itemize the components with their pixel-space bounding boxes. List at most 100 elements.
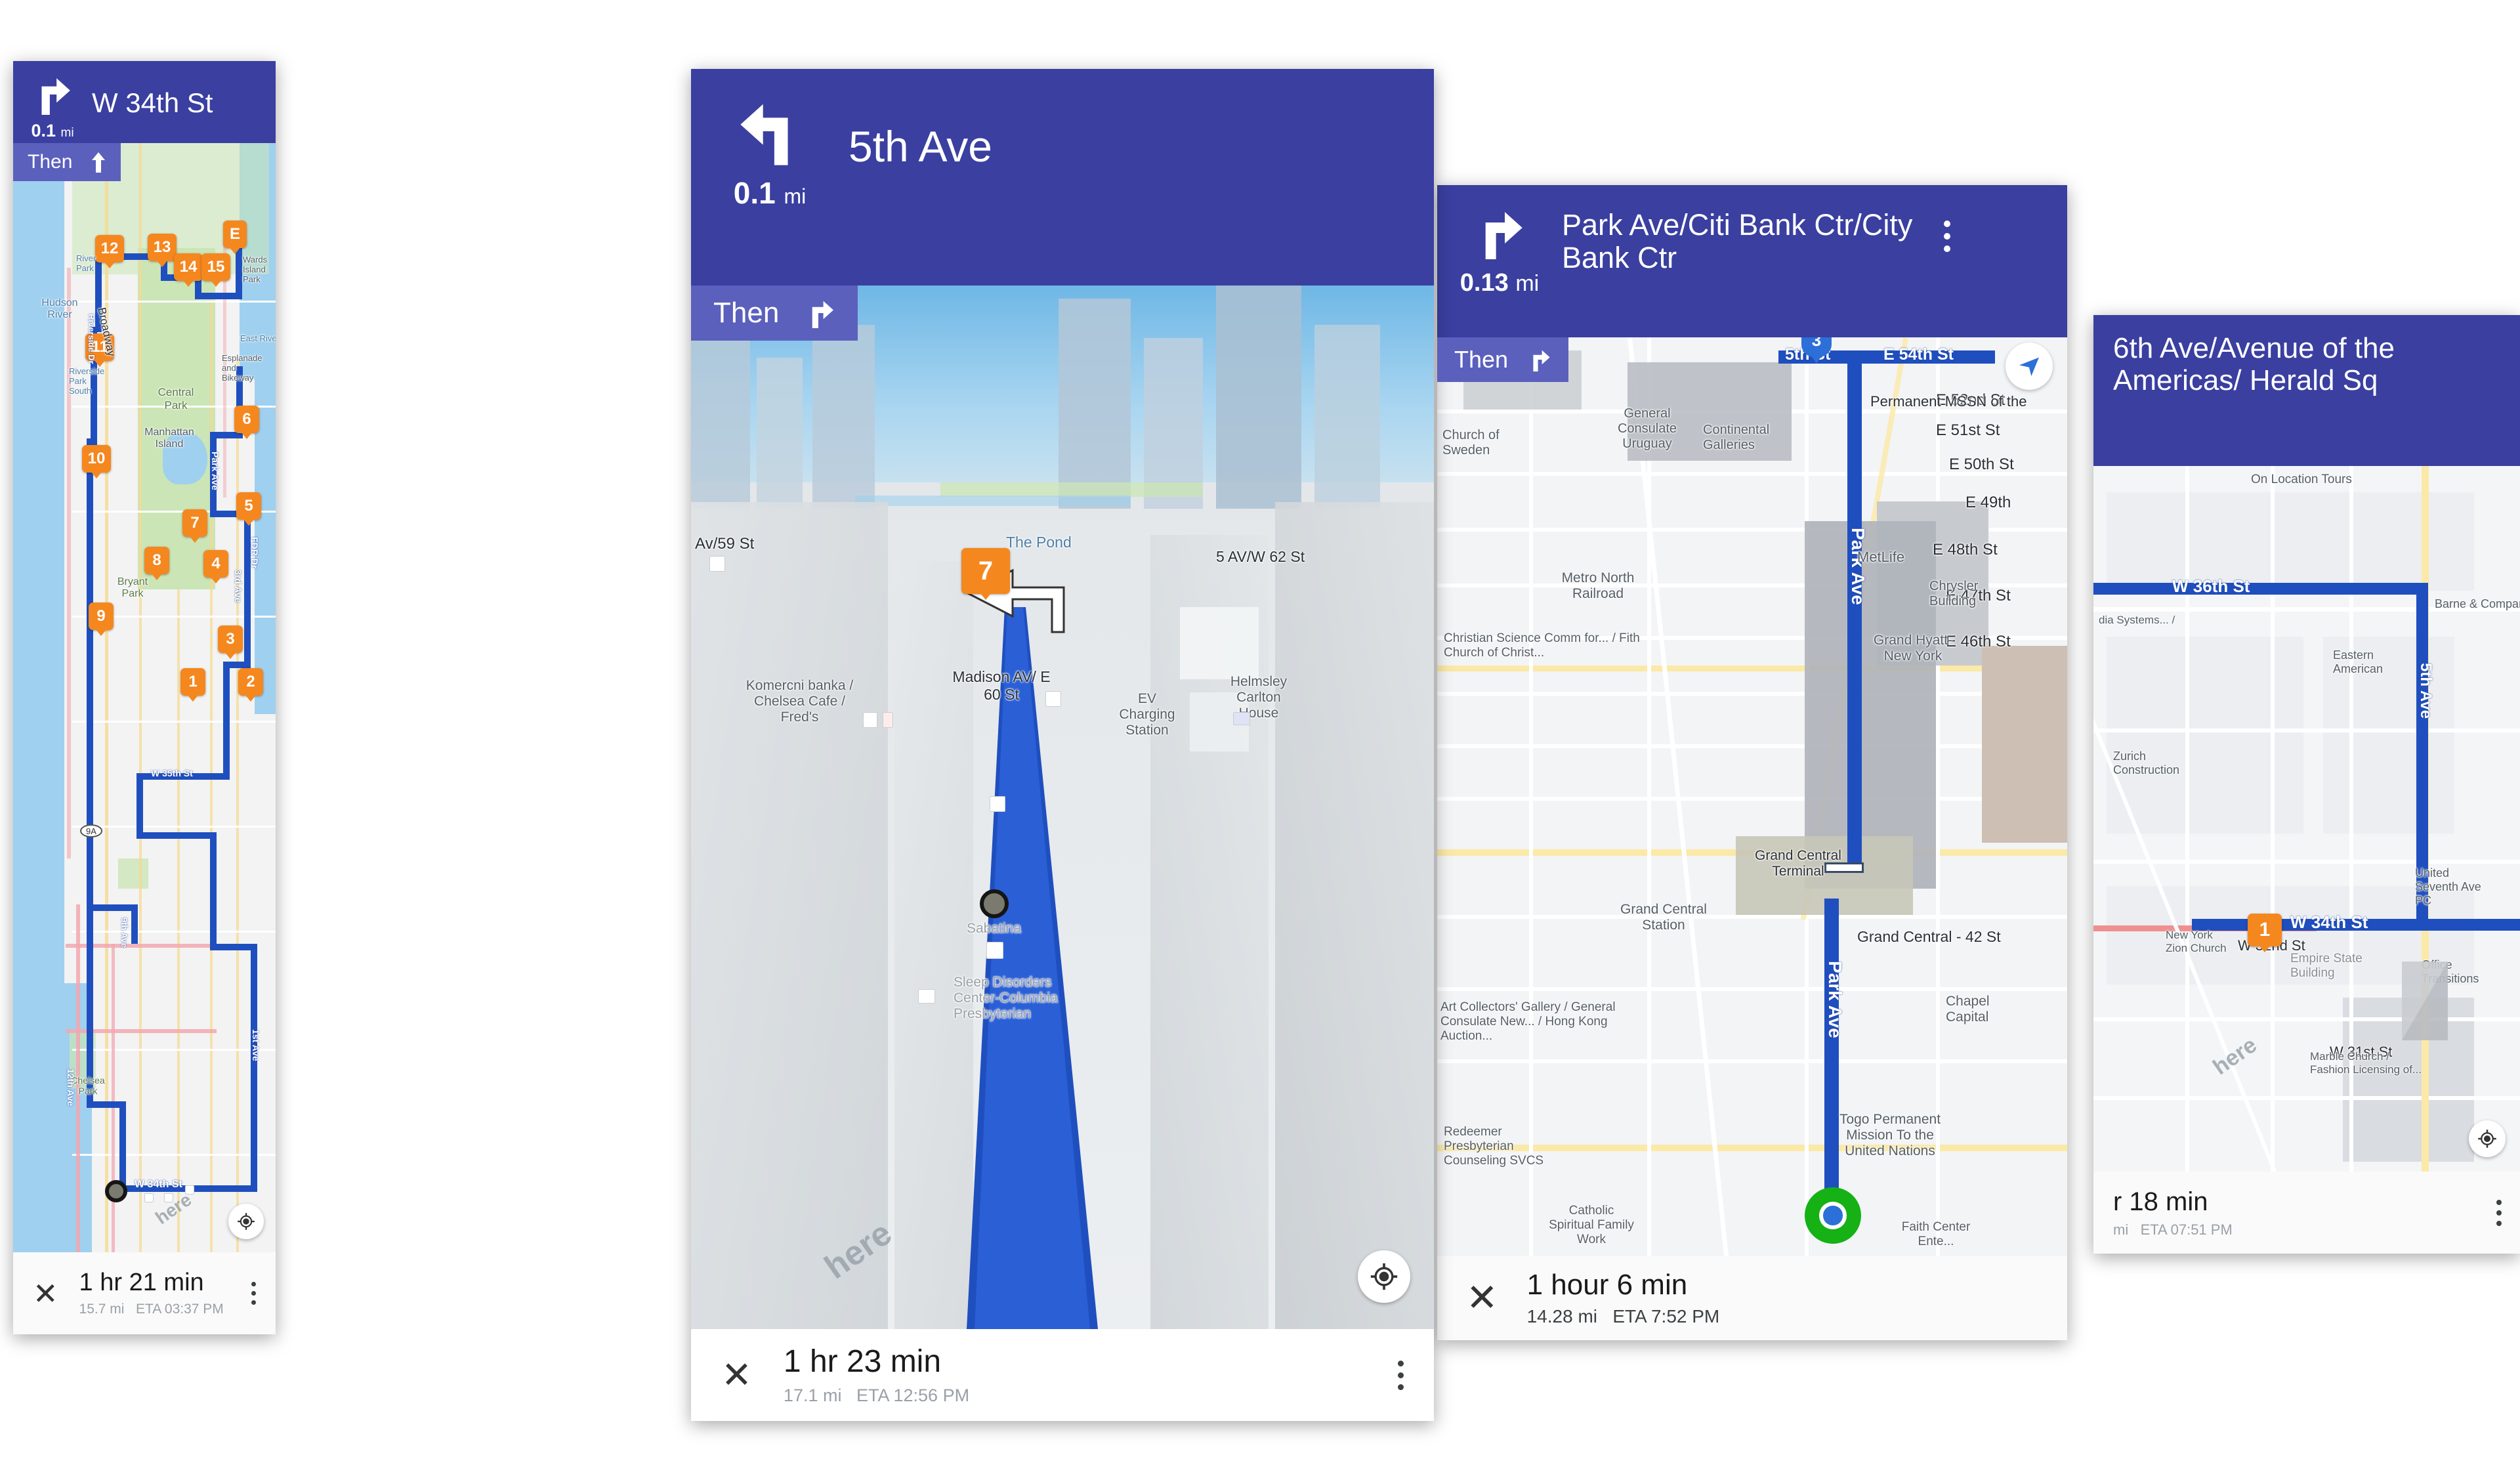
waypoint-marker[interactable]: 1 xyxy=(180,668,205,696)
map-label: EV Charging Station xyxy=(1119,691,1175,738)
map-label: Helmsley Carlton House xyxy=(1230,674,1288,721)
overflow-menu-button[interactable] xyxy=(2496,1199,2502,1226)
close-button[interactable]: ✕ xyxy=(33,1279,58,1309)
map-label: E 48th St xyxy=(1933,541,1998,559)
waypoint-marker[interactable]: 4 xyxy=(203,550,228,578)
map-label: Chapel Capital xyxy=(1946,994,1990,1025)
then-label: Then xyxy=(1454,346,1509,373)
then-label: Then xyxy=(713,297,780,329)
waypoint-marker[interactable]: 2 xyxy=(238,668,263,696)
map-label: Art Collectors' Gallery / General Consul… xyxy=(1440,1000,1616,1043)
turn-right-icon xyxy=(1485,212,1522,259)
map-label: Riverside Park South xyxy=(69,366,105,396)
overflow-menu-button[interactable] xyxy=(1944,221,1950,252)
panel-2-map-3d-view[interactable]: 7 Av/59 St The Pond 5 AV/W 62 St Madison… xyxy=(691,286,1434,1329)
my-location-icon xyxy=(2478,1130,2496,1148)
map-label: Grand Hyatt-New York xyxy=(1873,633,1953,664)
waypoint-marker[interactable]: 1 xyxy=(2248,914,2282,946)
map-label: 9th Ave xyxy=(119,918,129,948)
map-label: Bryant Park xyxy=(117,576,148,599)
map-label: General Consulate Uruguay xyxy=(1617,406,1677,451)
my-location-button[interactable] xyxy=(228,1204,264,1239)
continue-straight-icon xyxy=(92,152,106,173)
waypoint-marker[interactable]: 7 xyxy=(182,509,207,537)
trip-distance: 15.7 mi xyxy=(79,1301,125,1317)
waypoint-label: 9 xyxy=(96,607,106,625)
waypoint-marker[interactable]: 15 xyxy=(201,253,230,281)
map-label: W 34th St xyxy=(135,1179,182,1190)
map-label: W 34th St xyxy=(2290,912,2368,932)
map-label: Grand Central Terminal xyxy=(1755,848,1841,879)
waypoint-pin[interactable]: 3 xyxy=(1801,337,1832,357)
hudson-river xyxy=(13,143,64,1003)
trip-distance: 14.28 mi xyxy=(1526,1306,1598,1327)
waypoint-label: 6 xyxy=(242,410,251,428)
my-location-button[interactable] xyxy=(2469,1120,2506,1157)
waypoint-marker[interactable]: 13 xyxy=(148,234,177,261)
waypoint-marker[interactable]: 3 xyxy=(218,625,243,653)
map-label: Catholic Spiritual Family Work xyxy=(1549,1204,1634,1246)
waypoint-marker[interactable]: 7 xyxy=(961,548,1010,594)
screenshot-canvas: 6th Ave/Avenue of the Americas/ Herald S… xyxy=(0,0,2520,1482)
current-location-marker xyxy=(980,889,1009,918)
waypoint-marker[interactable]: 10 xyxy=(82,445,111,473)
map-label: Togo Permanent Mission To the United Nat… xyxy=(1839,1112,1941,1158)
panel-2-street-name: 5th Ave xyxy=(849,122,992,171)
overflow-menu-button[interactable] xyxy=(251,1282,256,1305)
map-label: 3rd Ave xyxy=(233,570,243,603)
waypoint-marker[interactable]: E xyxy=(223,221,247,248)
map-label: Sabatina xyxy=(967,921,1021,936)
waypoint-marker[interactable]: 14 xyxy=(174,253,203,281)
turn-right-icon xyxy=(1533,350,1550,371)
map-label: Metro North Railroad xyxy=(1561,570,1635,601)
trip-eta: ETA 7:52 PM xyxy=(1612,1306,1720,1327)
map-label: Madison AV/ E 60 St xyxy=(952,668,1051,703)
panel-1-map[interactable]: 12 13 14 15 E 11 10 6 5 7 4 8 9 3 1 2 Hu… xyxy=(13,143,276,1252)
waypoint-label: E xyxy=(229,225,240,243)
panel-2-bottom-bar: ✕ 1 hr 23 min 17.1 mi ETA 12:56 PM xyxy=(691,1329,1434,1421)
panel-4-street-name: 6th Ave/Avenue of the Americas/ Herald S… xyxy=(2113,332,2395,397)
my-location-icon xyxy=(238,1213,255,1230)
panel-1-bottom-bar: ✕ 1 hr 21 min 15.7 mi ETA 03:37 PM xyxy=(13,1252,276,1334)
map-label: MetLife xyxy=(1857,549,1905,565)
trip-duration: 1 hr 23 min xyxy=(783,1344,942,1379)
destination-marker xyxy=(1805,1187,1861,1244)
close-button[interactable]: ✕ xyxy=(1466,1279,1498,1317)
map-label: Permanent MSSN of the xyxy=(1870,393,2027,410)
map-label: Redeemer Presbyterian Counseling SVCS xyxy=(1444,1125,1544,1168)
trip-duration: 1 hr 21 min xyxy=(79,1269,204,1297)
panel-2-header: 0.1 mi 5th Ave Then xyxy=(691,69,1434,341)
map-label: Barne & Company xyxy=(2435,597,2520,610)
then-label: Then xyxy=(28,151,73,173)
map-label: New York Zion Church xyxy=(2166,929,2227,954)
map-label: Sleep Disorders Center-Columbia Presbyte… xyxy=(954,975,1058,1021)
my-location-button[interactable] xyxy=(1358,1250,1410,1303)
my-location-icon xyxy=(1370,1263,1398,1290)
map-label: Empire State Building xyxy=(2290,952,2362,980)
waypoint-marker[interactable]: 9 xyxy=(89,603,114,630)
waypoint-marker[interactable]: 6 xyxy=(234,406,259,433)
close-button[interactable]: ✕ xyxy=(721,1357,752,1393)
overflow-menu-button[interactable] xyxy=(1398,1360,1404,1390)
map-label: FDR Dr xyxy=(249,537,260,569)
waypoint-label: 12 xyxy=(100,240,119,257)
route-line xyxy=(2093,583,2428,595)
map-label: Grand Central - 42 St xyxy=(1857,928,2001,945)
panel-3-street-name: Park Ave/Citi Bank Ctr/City Bank Ctr xyxy=(1562,208,1913,275)
waypoint-marker[interactable]: 5 xyxy=(236,492,261,520)
then-maneuver-bar: Then xyxy=(691,286,858,341)
waypoint-marker[interactable]: 8 xyxy=(144,547,169,574)
navigation-heading-button[interactable] xyxy=(2006,343,2053,390)
trip-distance: mi xyxy=(2113,1221,2129,1238)
map-label: Central Park xyxy=(158,386,194,412)
waypoint-label: 1 xyxy=(188,673,198,690)
turn-distance: 0.13 mi xyxy=(1460,269,1540,297)
map-label: E 50th St xyxy=(1949,455,2014,473)
waypoint-label: 14 xyxy=(179,258,198,276)
waypoint-label: 13 xyxy=(153,238,171,256)
panel-3-map[interactable]: E 54th St 5th St Park Ave Park Ave E 52n… xyxy=(1437,337,2067,1256)
map-label: dia Systems... / xyxy=(2099,614,2175,626)
panel-4-map[interactable]: W 36th St W 34th St 5th Ave On Location … xyxy=(2093,466,2520,1172)
panel-3-navigation-screen: 0.13 mi Park Ave/Citi Bank Ctr/City Bank… xyxy=(1437,185,2067,1340)
waypoint-label: 3 xyxy=(1811,337,1822,350)
